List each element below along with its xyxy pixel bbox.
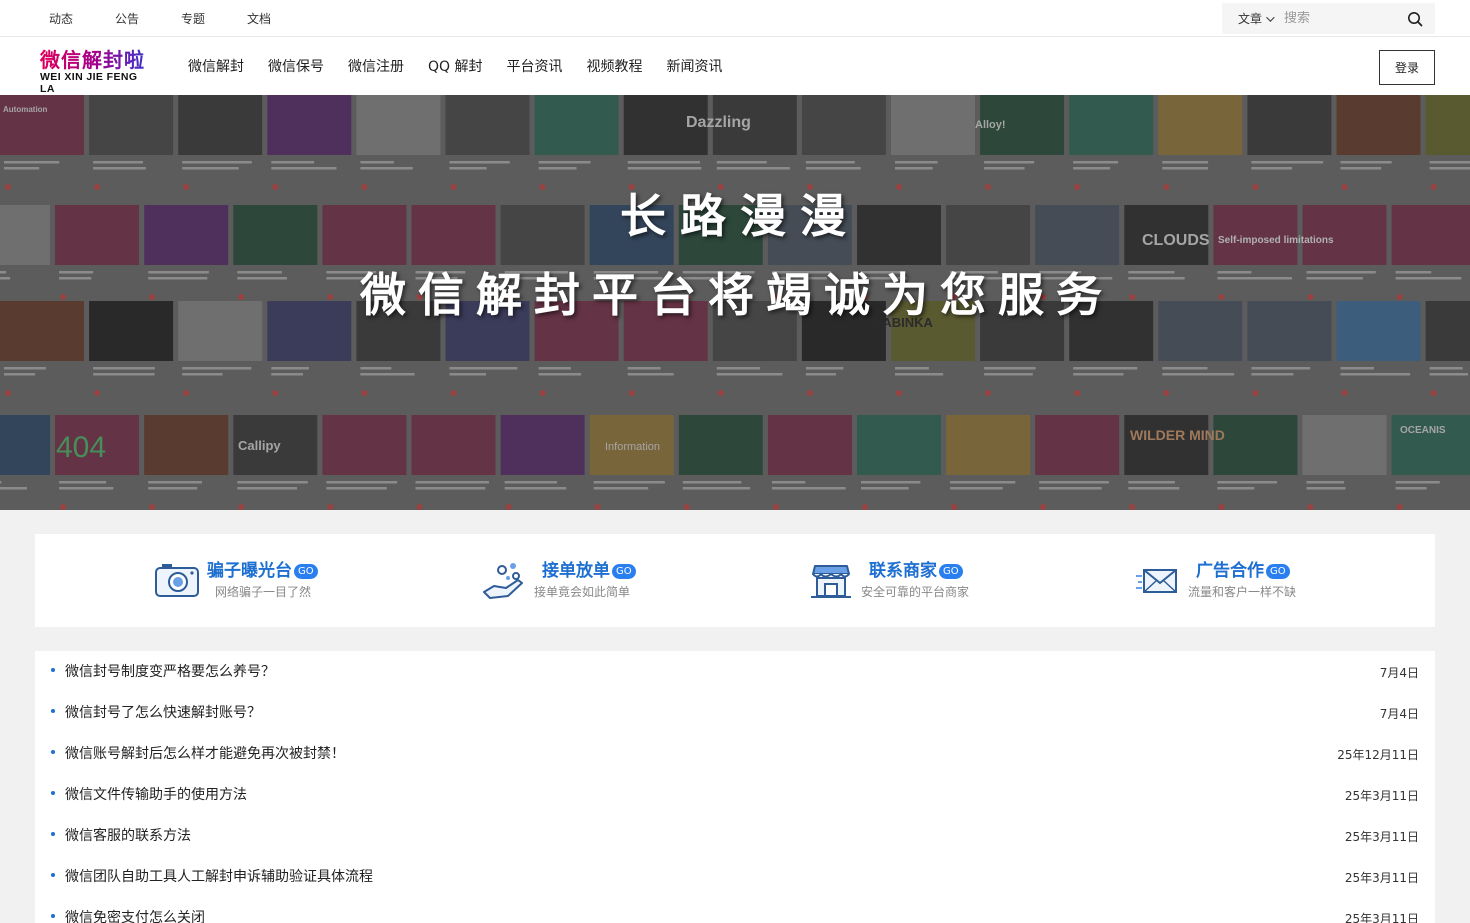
banner-subtitle: 微信解封平台将竭诚为您服务 (360, 268, 1114, 322)
search-icon[interactable] (1407, 11, 1423, 27)
feature-title: 接单放单 (542, 561, 610, 581)
list-item[interactable]: 微信免密支付怎么关闭 25年3月11日 (35, 897, 1435, 923)
mail-icon (1136, 569, 1177, 593)
feature-subtitle: 接单竟会如此简单 (534, 585, 631, 599)
bullet-dot (51, 750, 55, 754)
site-logo[interactable]: 微信解封啦 WEI XIN JIE FENG LA (40, 49, 154, 95)
list-item[interactable]: 微信文件传输助手的使用方法 25年3月11日 (35, 774, 1435, 815)
nav-wechat-protect[interactable]: 微信保号 (268, 56, 324, 76)
list-item[interactable]: 微信团队自助工具人工解封申诉辅助验证具体流程 25年3月11日 (35, 856, 1435, 897)
hero-banner: Automation Dazzling Alloy! CLOUDS Self-i… (0, 95, 1470, 510)
article-title-link[interactable]: 微信免密支付怎么关闭 (65, 907, 205, 923)
nav-news[interactable]: 新闻资讯 (667, 56, 723, 76)
go-badge: GO (612, 563, 636, 579)
article-date: 25年3月11日 (1344, 789, 1419, 803)
shop-icon (811, 565, 851, 598)
article-date: 7月4日 (1379, 707, 1419, 721)
article-date: 25年3月11日 (1344, 912, 1419, 923)
article-list: 微信封号制度变严格要怎么养号？ 7月4日 微信封号了怎么快速解封账号？ 7月4日 微… (35, 651, 1435, 923)
search-box: 文章 (1222, 3, 1435, 34)
article-date: 25年3月11日 (1344, 830, 1419, 844)
feature-contact-merchant[interactable]: 联系商家 GO 安全可靠的平台商家 (807, 556, 969, 604)
feature-title: 广告合作 (1196, 561, 1264, 581)
login-button[interactable]: 登录 (1379, 50, 1435, 85)
nav-platform-news[interactable]: 平台资讯 (507, 56, 563, 76)
feature-ad-cooperation[interactable]: 广告合作 GO 流量和客户一样不缺 (1134, 556, 1296, 604)
hand-order-icon (483, 563, 523, 599)
feature-bar: 骗子曝光台 GO 网络骗子一目了然 接单放单 GO 接单竟会如此简单 联系商家 GO … (35, 534, 1435, 627)
logo-text-cn: 微信解封啦 (40, 49, 154, 71)
article-title-link[interactable]: 微信客服的联系方法 (65, 825, 191, 845)
bullet-dot (51, 709, 55, 713)
search-input[interactable] (1284, 11, 1385, 26)
article-date: 7月4日 (1379, 666, 1419, 680)
nav-wechat-register[interactable]: 微信注册 (348, 56, 404, 76)
feature-subtitle: 流量和客户一样不缺 (1188, 585, 1297, 599)
feature-title: 骗子曝光台 (207, 561, 292, 581)
main-header: 微信解封啦 WEI XIN JIE FENG LA 微信解封 微信保号 微信注册… (0, 37, 1470, 95)
top-link-announcements[interactable]: 公告 (115, 10, 139, 27)
list-item[interactable]: 微信封号制度变严格要怎么养号？ 7月4日 (35, 651, 1435, 692)
list-item[interactable]: 微信客服的联系方法 25年3月11日 (35, 815, 1435, 856)
search-category-label: 文章 (1238, 12, 1263, 26)
go-badge: GO (1266, 563, 1290, 579)
top-link-docs[interactable]: 文档 (247, 10, 271, 27)
go-badge: GO (294, 563, 318, 579)
camera-icon (155, 564, 199, 597)
bullet-dot (51, 914, 55, 918)
article-date: 25年12月11日 (1337, 748, 1419, 762)
chevron-down-icon (1266, 12, 1275, 22)
main-nav: 微信解封 微信保号 微信注册 QQ 解封 平台资讯 视频教程 新闻资讯 (188, 37, 747, 95)
top-link-topics[interactable]: 专题 (181, 10, 205, 27)
bullet-dot (51, 668, 55, 672)
list-item[interactable]: 微信封号了怎么快速解封账号？ 7月4日 (35, 692, 1435, 733)
bullet-dot (51, 873, 55, 877)
feature-scam-exposure[interactable]: 骗子曝光台 GO 网络骗子一目了然 (153, 556, 318, 604)
article-date: 25年3月11日 (1344, 871, 1419, 885)
top-nav: 动态 公告 专题 文档 (49, 0, 313, 37)
banner-title: 长路漫漫 (620, 189, 860, 243)
article-title-link[interactable]: 微信封号制度变严格要怎么养号？ (65, 661, 275, 681)
search-category-select[interactable]: 文章 (1238, 10, 1275, 27)
feature-subtitle: 安全可靠的平台商家 (861, 585, 970, 599)
bullet-dot (51, 832, 55, 836)
feature-order-taking[interactable]: 接单放单 GO 接单竟会如此简单 (480, 556, 636, 604)
bullet-dot (51, 791, 55, 795)
feature-subtitle: 网络骗子一目了然 (215, 585, 312, 599)
top-bar: 动态 公告 专题 文档 文章 (0, 0, 1470, 37)
nav-wechat-unban[interactable]: 微信解封 (188, 56, 244, 76)
article-title-link[interactable]: 微信封号了怎么快速解封账号？ (65, 702, 261, 722)
top-link-dynamics[interactable]: 动态 (49, 10, 73, 27)
article-title-link[interactable]: 微信团队自助工具人工解封申诉辅助验证具体流程 (65, 866, 373, 886)
nav-video-tutorials[interactable]: 视频教程 (587, 56, 643, 76)
list-item[interactable]: 微信账号解封后怎么样才能避免再次被封禁！ 25年12月11日 (35, 733, 1435, 774)
feature-title: 联系商家 (869, 561, 937, 581)
nav-qq-unban[interactable]: QQ 解封 (428, 56, 483, 76)
go-badge: GO (939, 563, 963, 579)
logo-text-en: WEI XIN JIE FENG LA (40, 71, 138, 95)
article-title-link[interactable]: 微信账号解封后怎么样才能避免再次被封禁！ (65, 743, 345, 763)
article-title-link[interactable]: 微信文件传输助手的使用方法 (65, 784, 247, 804)
